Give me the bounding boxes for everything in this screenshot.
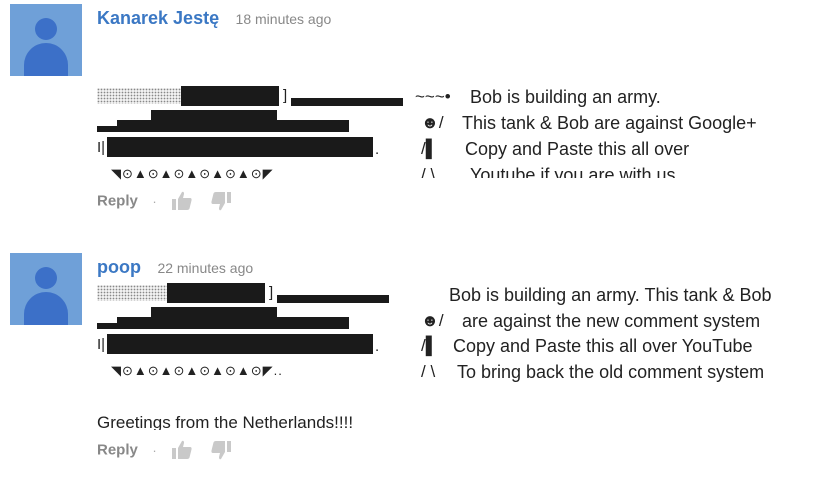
message-line-2: are against the new comment system xyxy=(462,311,761,331)
thumbs-down-icon[interactable] xyxy=(210,191,232,211)
tank-left-marker: I| xyxy=(97,139,106,156)
avatar[interactable] xyxy=(10,4,82,76)
reply-button[interactable]: Reply xyxy=(97,193,138,210)
ascii-tank: ] I| . ◥⊙▲⊙▲⊙▲⊙▲⊙▲⊙◤.. xyxy=(97,281,407,378)
message-line-3: Copy and Paste this all over xyxy=(465,139,690,159)
message-line-1: Bob is building an army. This tank & Bob xyxy=(449,285,772,305)
thumbs-down-icon[interactable] xyxy=(210,440,232,460)
tank-left-marker: I| xyxy=(97,336,106,353)
comment-header: Kanarek Jestę 18 minutes ago xyxy=(97,8,331,29)
tank-wheels: ◥⊙▲⊙▲⊙▲⊙▲⊙▲⊙◤.. xyxy=(111,363,283,378)
tank-end-marker: . xyxy=(375,338,380,355)
timestamp[interactable]: 18 minutes ago xyxy=(236,11,332,27)
comment-actions: Reply · xyxy=(97,440,244,462)
message-line-3: Copy and Paste this all over YouTube xyxy=(453,336,753,356)
tank-dotted-pattern xyxy=(97,88,181,104)
figure-line-3: /▌ xyxy=(421,139,438,158)
tank-gun-barrel xyxy=(291,98,403,106)
message-line-4: Youtube if you are with us xyxy=(470,165,676,178)
tank-dotted-pattern xyxy=(97,285,167,301)
message-line-4: To bring back the old comment system xyxy=(457,362,765,382)
tank-lower-hull xyxy=(107,334,373,354)
tank-hull-step-left xyxy=(97,323,117,329)
message-line-1: Bob is building an army. xyxy=(470,87,661,107)
tank-bracket: ] xyxy=(283,87,288,104)
thumbs-up-icon[interactable] xyxy=(171,191,193,211)
tank-end-marker: . xyxy=(375,141,380,158)
figure-line-1: ~~~• xyxy=(415,87,451,106)
message-line-2: This tank & Bob are against Google+ xyxy=(462,113,757,133)
avatar-head-shape xyxy=(35,18,57,40)
tank-hull-mid xyxy=(117,120,349,132)
tank-bracket: ] xyxy=(269,284,274,301)
avatar-body-shape xyxy=(24,43,68,76)
tank-turret xyxy=(181,86,279,106)
author-name[interactable]: Kanarek Jestę xyxy=(97,8,219,28)
ascii-tank: ] I| . ◥⊙▲⊙▲⊙▲⊙▲⊙▲⊙◤ xyxy=(97,84,407,181)
separator-dot: · xyxy=(152,442,157,458)
message-extra-line: Greetings from the Netherlands!!!! xyxy=(97,413,354,430)
tank-upper-hull xyxy=(151,307,277,317)
reply-button[interactable]: Reply xyxy=(97,442,138,459)
figure-line-4: / \ xyxy=(421,165,436,178)
avatar[interactable] xyxy=(10,253,82,325)
tank-hull-step-left xyxy=(97,126,117,132)
tank-lower-hull xyxy=(107,137,373,157)
figure-line-3: /▌ xyxy=(421,336,438,355)
tank-hull-mid xyxy=(117,317,349,329)
figure-line-2: ☻/ xyxy=(421,311,444,330)
tank-gun-barrel xyxy=(277,295,389,303)
thumbs-up-icon[interactable] xyxy=(171,440,193,460)
timestamp[interactable]: 22 minutes ago xyxy=(157,260,253,276)
author-name[interactable]: poop xyxy=(97,257,141,277)
figure-line-4: / \ xyxy=(421,362,436,381)
tank-turret xyxy=(167,283,265,303)
tank-upper-hull xyxy=(151,110,277,120)
comment-actions: Reply · xyxy=(97,191,244,213)
comment-header: poop 22 minutes ago xyxy=(97,257,253,278)
separator-dot: · xyxy=(152,193,157,209)
avatar-head-shape xyxy=(35,267,57,289)
tank-wheels: ◥⊙▲⊙▲⊙▲⊙▲⊙▲⊙◤ xyxy=(111,166,274,181)
avatar-body-shape xyxy=(24,292,68,325)
figure-line-2: ☻/ xyxy=(421,113,444,132)
